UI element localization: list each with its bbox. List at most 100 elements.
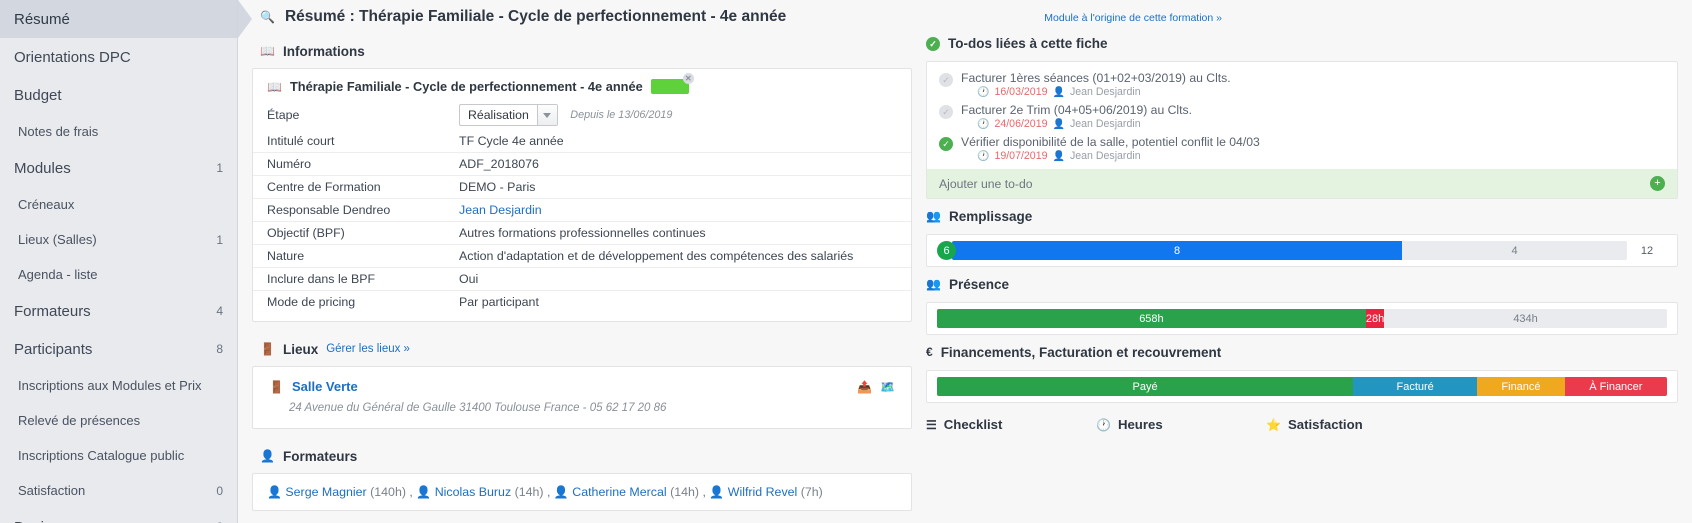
sidebar-item-modules[interactable]: Modules1 [0, 149, 237, 187]
sidebar-item-budget[interactable]: Budget [0, 76, 237, 114]
bar-segment: 658h [937, 309, 1366, 328]
sidebar-item-inscriptions-aux-modules-et-prix[interactable]: Inscriptions aux Modules et Prix [0, 368, 237, 403]
status-badge[interactable]: ✕ [651, 79, 689, 94]
clock-icon: 🕐 [977, 119, 989, 130]
todo-meta: 🕐24/06/2019👤Jean Desjardin [961, 118, 1665, 130]
person-icon: 👤 [416, 485, 431, 499]
table-row: Centre de FormationDEMO - Paris [253, 176, 911, 199]
sidebar-item-orientations-dpc[interactable]: Orientations DPC [0, 38, 237, 76]
formateurs-card: 👤 Serge Magnier (140h) , 👤 Nicolas Buruz… [252, 473, 912, 511]
sidebar-item-label: Résumé [14, 11, 70, 28]
etape-select[interactable]: Réalisation [459, 104, 558, 126]
euro-icon: € [926, 346, 933, 358]
chart-header: € Financements, Facturation et recouvreme… [926, 339, 1678, 365]
info-key: Responsable Dendreo [253, 199, 445, 222]
sidebar-item-satisfaction[interactable]: Satisfaction0 [0, 473, 237, 508]
sidebar-item-r-sum[interactable]: Résumé [0, 0, 237, 38]
lieux-section-header: 🚪 Lieux Gérer les lieux » [252, 336, 912, 362]
lieu-name-link[interactable]: Salle Verte [292, 379, 358, 394]
informations-card: 📖 Thérapie Familiale - Cycle de perfecti… [252, 68, 912, 322]
sidebar-item-relev-de-pr-sences[interactable]: Relevé de présences [0, 403, 237, 438]
todo-text: Vérifier disponibilité de la salle, pote… [961, 135, 1665, 149]
lieu-actions: 📤 🗺️ [857, 381, 895, 393]
export-icon[interactable]: 📤 [857, 381, 872, 393]
sidebar-item-lieux-salles[interactable]: Lieux (Salles)1 [0, 222, 237, 257]
sidebar-item-label: Notes de frais [18, 124, 98, 139]
info-value-link[interactable]: Jean Desjardin [459, 203, 542, 217]
formateur-link[interactable]: Wilfrid Revel [728, 485, 798, 499]
list-item[interactable]: ✓ Vérifier disponibilité de la salle, pot… [927, 132, 1677, 164]
etape-value-cell: Réalisation Depuis le 13/06/2019 [445, 100, 911, 130]
list-item[interactable]: ✓ Facturer 1ères séances (01+02+03/2019) … [927, 68, 1677, 100]
bar-segment: 8 [952, 241, 1402, 260]
formateur-hours: (14h) [515, 485, 544, 499]
todo-body: Facturer 1ères séances (01+02+03/2019) a… [961, 71, 1665, 98]
door-icon: 🚪 [269, 381, 284, 393]
todo-pending-icon[interactable]: ✓ [939, 105, 953, 119]
table-row: NatureAction d'adaptation et de développ… [253, 245, 911, 268]
person-icon: 👤 [1052, 87, 1064, 98]
sidebar-item-notes-de-frais[interactable]: Notes de frais [0, 114, 237, 149]
sidebar-item-label: Agenda - liste [18, 267, 98, 282]
course-title: Thérapie Familiale - Cycle de perfection… [290, 79, 643, 94]
sidebar-item-label: Modules [14, 160, 71, 177]
map-icon[interactable]: 🗺️ [880, 381, 895, 393]
chart-title: Présence [949, 277, 1009, 292]
clock-icon: 🕐 [977, 151, 989, 162]
main-content: 🔍 Résumé : Thérapie Familiale - Cycle de… [238, 0, 1692, 523]
book-icon: 📖 [260, 45, 275, 57]
todo-user: Jean Desjardin [1070, 150, 1141, 162]
lieux-label: Lieux [283, 342, 318, 357]
todo-done-icon[interactable]: ✓ [939, 137, 953, 151]
sidebar-item-participants[interactable]: Participants8 [0, 330, 237, 368]
page-root: Résumé Orientations DPCBudget Notes de fra… [0, 0, 1692, 523]
table-row: Objectif (BPF)Autres formations professi… [253, 222, 911, 245]
sidebar-item-cr-neaux[interactable]: Créneaux [0, 187, 237, 222]
todo-body: Vérifier disponibilité de la salle, pote… [961, 135, 1665, 162]
active-pointer [238, 0, 252, 38]
etape-since: Depuis le 13/06/2019 [570, 109, 672, 121]
info-key: Mode de pricing [253, 291, 445, 314]
person-icon: 👤 [709, 485, 724, 499]
close-icon[interactable]: ✕ [683, 73, 694, 84]
informations-section-header: 📖 Informations [252, 38, 912, 64]
sidebar-item-agenda-liste[interactable]: Agenda - liste [0, 257, 237, 292]
todo-meta: 🕐16/03/2019👤Jean Desjardin [961, 86, 1665, 98]
magnifier-icon: 🔍 [260, 11, 275, 23]
todos-section: ✓ To-dos liées à cette fiche ✓Facturer 1… [926, 30, 1678, 199]
tab-satisfaction[interactable]: ⭐Satisfaction [1266, 417, 1436, 432]
chevron-down-icon[interactable] [537, 105, 557, 125]
formateur-link[interactable]: Nicolas Buruz [435, 485, 511, 499]
formateur-link[interactable]: Serge Magnier [285, 485, 366, 499]
chart-title: Financements, Facturation et recouvremen… [941, 345, 1222, 360]
list-item[interactable]: ✓Facturer 2e Trim (04+05+06/2019) au Clt… [927, 100, 1677, 132]
sidebar-item-devis[interactable]: Devis0 [0, 508, 237, 523]
formateur-link[interactable]: Catherine Mercal [572, 485, 666, 499]
sidebar-item-count: 8 [216, 342, 223, 356]
info-value: Oui [445, 268, 911, 291]
bar-track: 658h28h434h [937, 309, 1667, 328]
formateurs-section-header: 👤 Formateurs [252, 443, 912, 469]
info-value: Action d'adaptation et de développement … [445, 245, 911, 268]
info-value: TF Cycle 4e année [445, 130, 911, 153]
formateurs-list: 👤 Serge Magnier (140h) , 👤 Nicolas Buruz… [267, 485, 897, 499]
page-title-row: 🔍 Résumé : Thérapie Familiale - Cycle de… [252, 8, 912, 38]
add-todo-input[interactable]: Ajouter une to-do + [927, 169, 1677, 198]
tab-checklist[interactable]: ☰Checklist [926, 417, 1096, 432]
manage-lieux-link[interactable]: Gérer les lieux » [326, 343, 410, 355]
todo-pending-icon[interactable]: ✓ [939, 73, 953, 87]
bar-segment: Financé [1477, 377, 1565, 396]
person-icon: 👤 [1052, 151, 1064, 162]
info-key: Intitulé court [253, 130, 445, 153]
chart-section: 👥Remplissage68412 [926, 203, 1678, 267]
plus-icon[interactable]: + [1650, 176, 1665, 191]
sidebar-item-inscriptions-catalogue-public[interactable]: Inscriptions Catalogue public [0, 438, 237, 473]
sidebar-item-formateurs[interactable]: Formateurs4 [0, 292, 237, 330]
info-key: Inclure dans le BPF [253, 268, 445, 291]
people-icon: 👥 [926, 210, 941, 222]
tab-heures[interactable]: 🕐Heures [1096, 417, 1266, 432]
bar-segment: À Financer [1565, 377, 1667, 396]
info-value: Autres formations professionnelles conti… [445, 222, 911, 245]
list-icon: ☰ [926, 419, 937, 431]
bar-track: PayéFacturéFinancéÀ Financer [937, 377, 1667, 396]
